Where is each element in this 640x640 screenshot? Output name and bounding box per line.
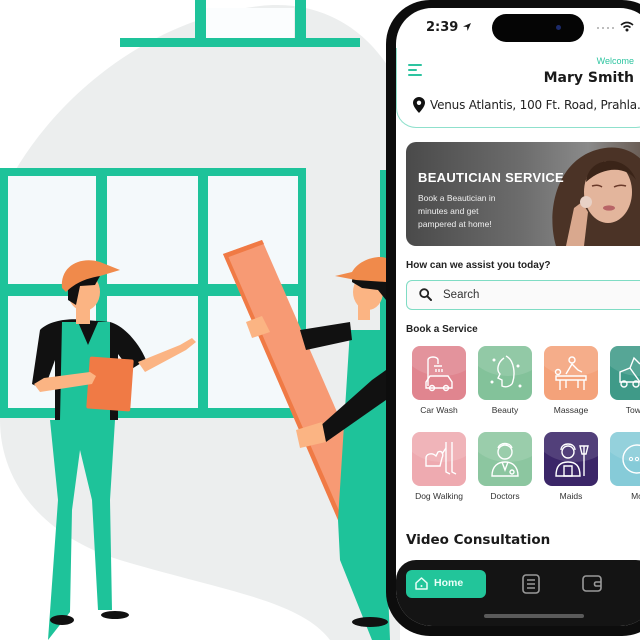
workers-illustration — [0, 0, 400, 640]
service-label-tow-truck: Tow T — [625, 405, 640, 415]
phone-screen: 2:39 Welcome Mary Smith Venus Atlantis, … — [396, 8, 640, 626]
beauty-face-icon — [478, 346, 532, 400]
service-tile-more[interactable] — [610, 432, 640, 486]
maid-icon — [544, 432, 598, 486]
beautician-model-image — [552, 147, 640, 246]
dynamic-island — [492, 14, 584, 42]
status-time: 2:39 — [426, 20, 459, 35]
service-label-massage: Massage — [553, 405, 589, 415]
wifi-icon — [620, 21, 634, 32]
welcome-label: Welcome — [596, 56, 634, 66]
map-pin-icon — [413, 97, 425, 113]
signal-dots-icon — [597, 27, 614, 29]
address-text[interactable]: Venus Atlantis, 100 Ft. Road, Prahla.. — [430, 98, 640, 112]
nav-home-button[interactable]: Home — [406, 570, 486, 598]
search-input[interactable]: Search — [406, 280, 640, 310]
service-label-maids: Maids — [559, 491, 583, 501]
service-label-dog-walking: Dog Walking — [415, 491, 463, 501]
marketing-scene: 2:39 Welcome Mary Smith Venus Atlantis, … — [0, 0, 640, 640]
service-tile-doctors[interactable] — [478, 432, 532, 486]
massage-icon — [544, 346, 598, 400]
search-icon — [419, 288, 432, 301]
search-placeholder: Search — [443, 289, 480, 301]
banner-subtitle: Book a Beautician in minutes and get pam… — [418, 193, 496, 229]
service-tile-dog-walking[interactable] — [412, 432, 466, 486]
assist-label: How can we assist you today? — [406, 260, 551, 271]
more-dots-icon — [610, 432, 640, 486]
home-indicator — [484, 614, 584, 618]
hamburger-menu-icon[interactable] — [408, 62, 424, 78]
location-arrow-icon — [463, 23, 471, 31]
orders-list-icon[interactable] — [522, 574, 540, 594]
service-tile-tow-truck[interactable] — [610, 346, 640, 400]
beautician-banner[interactable]: BEAUTICIAN SERVICE Book a Beautician in … — [406, 142, 640, 246]
service-label-car-wash: Car Wash — [420, 405, 458, 415]
car-wash-icon — [412, 346, 466, 400]
doctor-icon — [478, 432, 532, 486]
user-name: Mary Smith — [543, 70, 634, 86]
bottom-nav: Home — [396, 560, 640, 626]
book-service-label: Book a Service — [406, 324, 478, 335]
camera-dot — [556, 25, 561, 30]
home-icon — [415, 577, 428, 590]
service-label-more: Mo — [631, 491, 640, 501]
banner-title: BEAUTICIAN SERVICE — [418, 170, 565, 185]
service-tile-maids[interactable] — [544, 432, 598, 486]
dog-walking-icon — [412, 432, 466, 486]
service-tile-beauty[interactable] — [478, 346, 532, 400]
video-consultation-heading: Video Consultation — [406, 532, 551, 548]
service-tile-car-wash[interactable] — [412, 346, 466, 400]
service-tile-massage[interactable] — [544, 346, 598, 400]
service-label-doctors: Doctors — [490, 491, 520, 501]
nav-home-label: Home — [434, 577, 464, 589]
tow-truck-icon — [610, 346, 640, 400]
wallet-icon[interactable] — [582, 575, 602, 592]
service-label-beauty: Beauty — [491, 405, 519, 415]
